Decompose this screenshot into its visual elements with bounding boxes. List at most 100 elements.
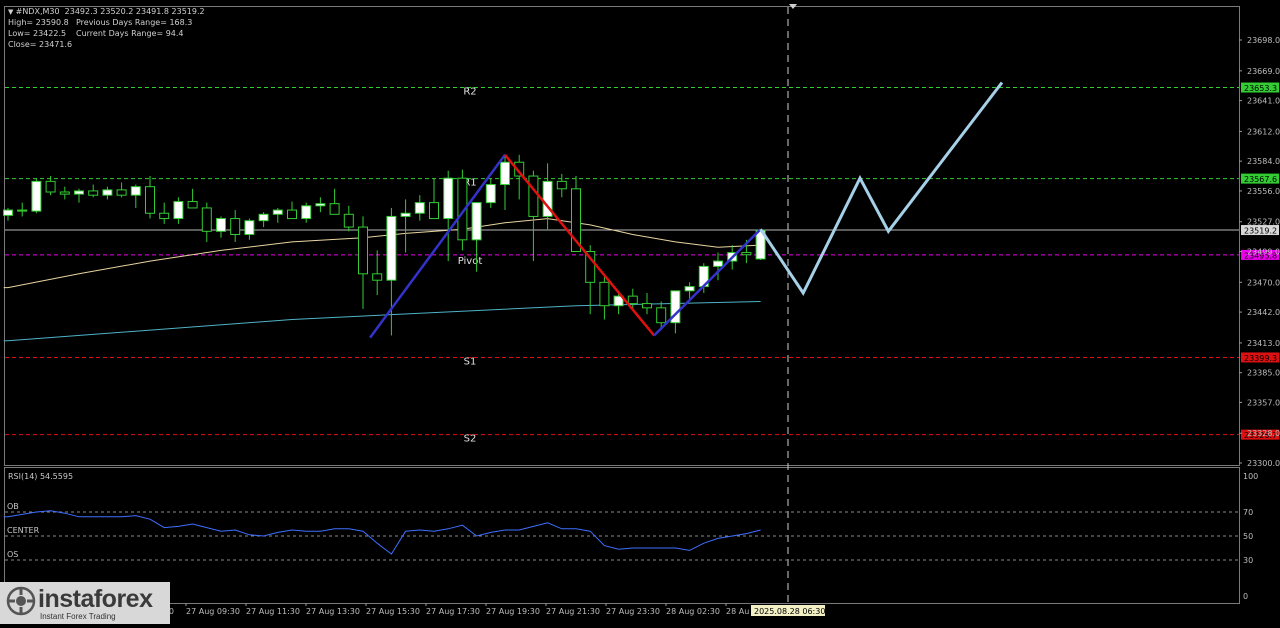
price-tick-label: 23499.0: [1247, 248, 1280, 257]
price-tick-label: 23556.0: [1247, 187, 1280, 196]
candle-body: [45, 180, 56, 193]
time-tick-label: 28 Au: [726, 607, 749, 616]
price-tick-label: 23357.0: [1247, 398, 1280, 407]
current-time-tag-text: 2025.08.28 06:30: [754, 607, 825, 616]
candle-body: [74, 190, 84, 195]
price-tick-label: 23328.0: [1247, 429, 1280, 438]
chart-background: [0, 0, 1280, 624]
logo-name: instaforex: [38, 585, 153, 613]
candle-body: [244, 220, 255, 235]
price-tick-label: 23442.0: [1247, 308, 1280, 317]
rsi-tick-label: 50: [1243, 532, 1253, 541]
candle-body: [343, 213, 354, 228]
price-tick-label: 23300.0: [1247, 459, 1280, 468]
candle-body: [556, 180, 567, 190]
candle-body: [599, 281, 610, 307]
instaforex-mark-icon: [6, 586, 36, 616]
candle-body: [627, 295, 638, 305]
level-label-r2: R2: [463, 87, 476, 98]
prev-range-label: Previous Days Range= 168.3: [76, 18, 193, 27]
chart-window: R2 23653.3 R1 23567.6 Pivot 23495.8 S1 23399.3 S…: [0, 0, 1280, 624]
candle-body: [216, 218, 226, 232]
candle-body: [471, 202, 482, 241]
price-tick-label: 23413.0: [1247, 339, 1280, 348]
candle-body: [329, 203, 340, 215]
candle-body: [386, 215, 397, 281]
candle-body: [272, 209, 283, 215]
candle-body: [713, 260, 723, 267]
price-tick-label: 23584.0: [1247, 157, 1280, 166]
level-tag-text-s1: 23399.3: [1244, 354, 1277, 363]
time-tick-label: 28 Aug 02:30: [666, 607, 720, 616]
price-tick-label: 23470.0: [1247, 278, 1280, 287]
level-tag-text-r2: 23653.3: [1244, 84, 1277, 93]
time-tick-label: 27 Aug 17:30: [426, 607, 480, 616]
instaforex-logo: instaforex Instant Forex Trading: [0, 582, 170, 624]
candle-body: [684, 286, 695, 292]
time-tick-label: 27 Aug 13:30: [306, 607, 360, 616]
candle-body: [17, 209, 28, 212]
candle-body: [741, 252, 752, 256]
rsi-tick-label: 30: [1243, 556, 1253, 565]
current-price-tag-text: 23519.2: [1244, 227, 1277, 236]
candle-body: [31, 180, 42, 212]
time-tick-label: 27 Aug 15:30: [366, 607, 420, 616]
rsi-tick-label: 70: [1243, 508, 1253, 517]
candle-body: [358, 226, 368, 275]
level-tag-text-r1: 23567.6: [1244, 175, 1277, 184]
rsi-level-label-os: OS: [7, 550, 18, 559]
low-label: Low= 23422.5: [8, 29, 67, 38]
candle-body: [315, 203, 326, 207]
rsi-level-label-center: CENTER: [7, 526, 40, 535]
price-tick-label: 23385.0: [1247, 369, 1280, 378]
rsi-tick-label: 0: [1243, 592, 1248, 601]
level-label-pivot: Pivot: [458, 256, 483, 267]
candle-body: [187, 201, 198, 209]
price-tick-label: 23698.0: [1247, 36, 1280, 45]
candle-body: [145, 186, 155, 214]
time-tick-label: 27 Aug 21:30: [546, 607, 600, 616]
candle-body: [201, 207, 212, 232]
candle-body: [258, 213, 269, 222]
logo-tagline: Instant Forex Trading: [40, 612, 116, 621]
time-tick-label: 27 Aug 23:30: [606, 607, 660, 616]
candle-body: [130, 186, 141, 196]
high-label: High= 23590.8: [8, 18, 69, 27]
time-tick-label: 27 Aug 11:30: [246, 607, 300, 616]
candle-body: [372, 273, 383, 281]
symbol-ohlc: #NDX,M30 23492.3 23520.2 23491.8 23519.2: [15, 7, 205, 16]
rsi-tick-label: 100: [1243, 472, 1258, 481]
candle-body: [230, 218, 241, 235]
triangle-down-icon[interactable]: ▼: [8, 8, 16, 16]
candle-body: [102, 189, 113, 196]
candle-body: [429, 202, 439, 220]
price-tick-label: 23641.0: [1247, 97, 1280, 106]
candle-body: [500, 161, 510, 186]
candle-body: [301, 205, 312, 220]
candle-body: [400, 212, 411, 217]
candle-body: [88, 190, 99, 196]
candle-body: [656, 307, 667, 324]
symbol-line: ▼ #NDX,M30 23492.3 23520.2 23491.8 23519…: [8, 7, 205, 17]
candle-body: [116, 189, 127, 196]
candle-body: [528, 175, 539, 217]
candle-body: [443, 177, 454, 220]
candle-body: [59, 191, 70, 195]
close-label: Close= 23471.6: [8, 40, 73, 49]
curr-range-label: Current Days Range= 94.4: [76, 29, 184, 38]
candle-body: [159, 212, 170, 220]
candle-body: [485, 184, 496, 204]
candle-body: [642, 303, 652, 309]
time-tick-label: 27 Aug 09:30: [186, 607, 240, 616]
price-tick-label: 23612.0: [1247, 127, 1280, 136]
time-tick-label: 27 Aug 19:30: [486, 607, 540, 616]
candle-body: [173, 201, 184, 220]
candle-body: [3, 209, 13, 216]
price-tick-label: 23669.0: [1247, 67, 1280, 76]
candle-body: [414, 202, 425, 214]
candle-body: [287, 209, 297, 220]
chart-canvas[interactable]: R2 23653.3R1 23567.6Pivot 23495.8S1 23399.3S…: [0, 0, 1280, 624]
rsi-level-label-ob: OB: [7, 502, 19, 511]
price-tick-label: 23527.0: [1247, 218, 1280, 227]
level-label-s1: S1: [464, 356, 477, 367]
